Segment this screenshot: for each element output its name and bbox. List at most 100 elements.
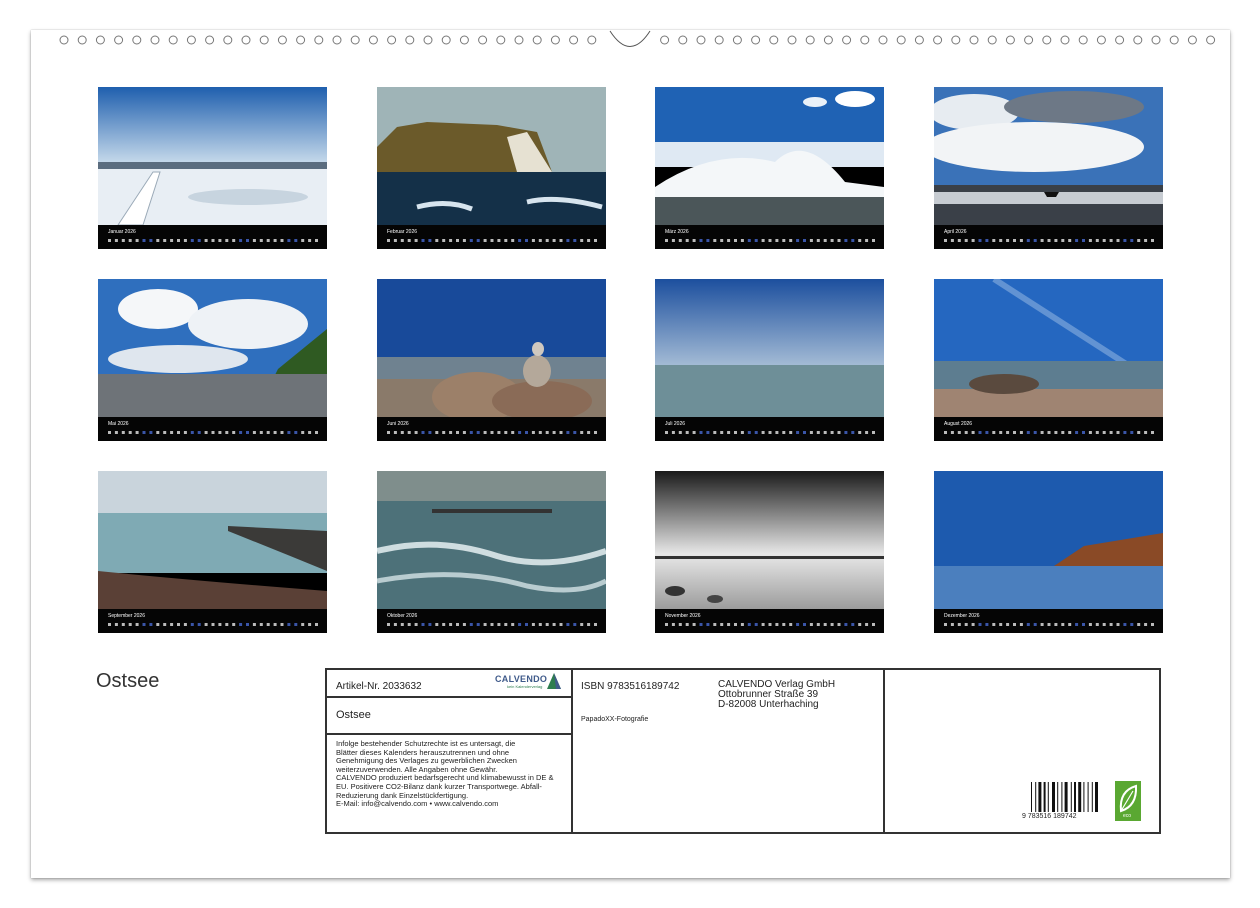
day-mark: [1013, 431, 1016, 434]
day-mark: [720, 239, 723, 242]
day-mark: [177, 623, 180, 626]
day-mark: [838, 239, 841, 242]
day-mark: [755, 623, 758, 626]
month-thumb-january: Januar 2026: [98, 87, 327, 249]
day-mark: [218, 431, 221, 434]
day-mark: [253, 239, 256, 242]
barcode-bar: [1095, 782, 1098, 812]
day-mark: [415, 431, 418, 434]
calvendo-logo-text: CALVENDO: [495, 674, 547, 684]
day-mark: [972, 431, 975, 434]
binding-ring-icon: [260, 36, 268, 44]
day-mark: [225, 239, 228, 242]
day-mark: [796, 431, 799, 434]
legal-text: Infolge bestehender Schutzrechte ist es …: [336, 740, 568, 809]
day-mark: [218, 239, 221, 242]
day-mark: [205, 239, 208, 242]
binding-ring-icon: [1188, 36, 1196, 44]
day-mark: [858, 623, 861, 626]
day-mark: [1130, 239, 1133, 242]
day-mark: [253, 431, 256, 434]
day-mark: [484, 431, 487, 434]
binding-ring-icon: [988, 36, 996, 44]
day-mark: [1151, 623, 1154, 626]
day-mark: [281, 239, 284, 242]
day-mark: [803, 239, 806, 242]
day-mark: [587, 239, 590, 242]
day-mark: [1041, 431, 1044, 434]
day-mark: [108, 239, 111, 242]
binding-ring-icon: [861, 36, 869, 44]
day-mark: [122, 431, 125, 434]
day-mark: [308, 239, 311, 242]
day-mark: [491, 239, 494, 242]
binding-ring-icon: [315, 36, 323, 44]
day-mark: [851, 239, 854, 242]
day-mark: [672, 239, 675, 242]
day-mark: [1006, 239, 1009, 242]
day-mark: [401, 239, 404, 242]
day-mark: [532, 239, 535, 242]
day-grid: [944, 237, 1158, 245]
day-mark: [1130, 623, 1133, 626]
day-mark: [672, 623, 675, 626]
day-mark: [149, 623, 152, 626]
day-mark: [497, 623, 500, 626]
day-mark: [580, 239, 583, 242]
day-mark: [727, 623, 730, 626]
day-mark: [566, 431, 569, 434]
month-thumb-september: September 2026: [98, 471, 327, 633]
day-mark: [401, 623, 404, 626]
day-mark: [477, 623, 480, 626]
day-mark: [999, 239, 1002, 242]
day-mark: [525, 239, 528, 242]
day-mark: [999, 431, 1002, 434]
day-mark: [796, 623, 799, 626]
day-mark: [1048, 239, 1051, 242]
photographer: PapadoXX-Fotografie: [581, 716, 648, 723]
day-grid: [944, 621, 1158, 629]
day-mark: [511, 239, 514, 242]
binding-ring-icon: [78, 36, 86, 44]
beach-rock-photo: [934, 279, 1163, 417]
day-mark: [281, 623, 284, 626]
day-mark: [999, 623, 1002, 626]
day-mark: [470, 239, 473, 242]
month-label: Juni 2026: [387, 421, 409, 427]
day-mark: [679, 431, 682, 434]
day-mark: [287, 623, 290, 626]
month-label: Juli 2026: [665, 421, 685, 427]
day-mark: [415, 239, 418, 242]
day-mark: [1123, 623, 1126, 626]
day-mark: [1054, 431, 1057, 434]
day-mark: [1020, 623, 1023, 626]
binding-ring-icon: [715, 36, 723, 44]
day-mark: [679, 623, 682, 626]
binding-ring-icon: [460, 36, 468, 44]
day-mark: [789, 239, 792, 242]
binding-ring-icon: [187, 36, 195, 44]
binding-ring-icon: [533, 36, 541, 44]
month-label: August 2026: [944, 421, 972, 427]
day-mark: [1061, 623, 1064, 626]
day-mark: [518, 623, 521, 626]
day-mark: [184, 239, 187, 242]
day-mark: [1075, 623, 1078, 626]
stone-stack-photo: [377, 279, 606, 417]
eco-label: eco: [1123, 813, 1131, 819]
day-mark: [1089, 239, 1092, 242]
day-mark: [129, 239, 132, 242]
day-mark: [1013, 623, 1016, 626]
day-mark: [872, 623, 875, 626]
day-mark: [686, 431, 689, 434]
day-mark: [865, 239, 868, 242]
day-mark: [198, 623, 201, 626]
day-mark: [546, 623, 549, 626]
day-mark: [817, 623, 820, 626]
day-mark: [573, 431, 576, 434]
cloud-sea-photo: [934, 87, 1163, 225]
month-label: Januar 2026: [108, 229, 136, 235]
day-mark: [149, 239, 152, 242]
barcode-bar: [1048, 782, 1049, 812]
day-mark: [872, 239, 875, 242]
